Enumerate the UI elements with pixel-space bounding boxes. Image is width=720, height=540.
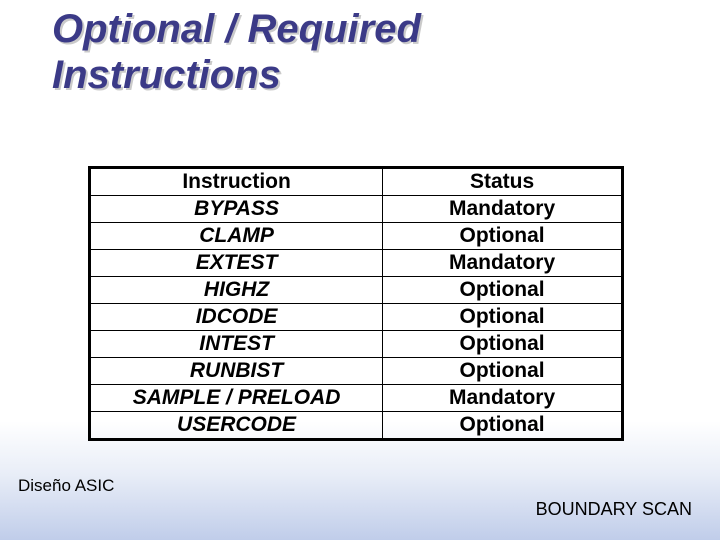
- cell-instruction: BYPASS: [90, 196, 383, 223]
- cell-status: Optional: [383, 331, 623, 358]
- table-row: EXTEST Mandatory: [90, 250, 623, 277]
- table-row: IDCODE Optional: [90, 304, 623, 331]
- cell-instruction: SAMPLE / PRELOAD: [90, 385, 383, 412]
- cell-instruction: CLAMP: [90, 223, 383, 250]
- cell-status: Mandatory: [383, 385, 623, 412]
- cell-status: Optional: [383, 223, 623, 250]
- cell-instruction: EXTEST: [90, 250, 383, 277]
- instructions-table-wrap: Instruction Status BYPASS Mandatory CLAM…: [88, 166, 624, 441]
- cell-status: Optional: [383, 277, 623, 304]
- slide: Optional / Required Instructions Instruc…: [0, 0, 720, 540]
- table-row: SAMPLE / PRELOAD Mandatory: [90, 385, 623, 412]
- cell-status: Optional: [383, 412, 623, 440]
- table-row: HIGHZ Optional: [90, 277, 623, 304]
- cell-status: Optional: [383, 304, 623, 331]
- footer-right: BOUNDARY SCAN: [536, 499, 692, 520]
- title-line-1: Optional / Required: [52, 7, 421, 51]
- cell-instruction: INTEST: [90, 331, 383, 358]
- cell-status: Mandatory: [383, 196, 623, 223]
- cell-instruction: USERCODE: [90, 412, 383, 440]
- col-header-instruction: Instruction: [90, 168, 383, 196]
- table-row: BYPASS Mandatory: [90, 196, 623, 223]
- cell-instruction: HIGHZ: [90, 277, 383, 304]
- cell-instruction: RUNBIST: [90, 358, 383, 385]
- slide-title: Optional / Required Instructions: [52, 6, 421, 98]
- cell-status: Mandatory: [383, 250, 623, 277]
- table-header-row: Instruction Status: [90, 168, 623, 196]
- table-row: CLAMP Optional: [90, 223, 623, 250]
- instructions-table: Instruction Status BYPASS Mandatory CLAM…: [88, 166, 624, 441]
- table-row: RUNBIST Optional: [90, 358, 623, 385]
- cell-status: Optional: [383, 358, 623, 385]
- footer-left: Diseño ASIC: [18, 476, 114, 496]
- title-line-2: Instructions: [52, 53, 281, 97]
- col-header-status: Status: [383, 168, 623, 196]
- cell-instruction: IDCODE: [90, 304, 383, 331]
- table-row: INTEST Optional: [90, 331, 623, 358]
- table-row: USERCODE Optional: [90, 412, 623, 440]
